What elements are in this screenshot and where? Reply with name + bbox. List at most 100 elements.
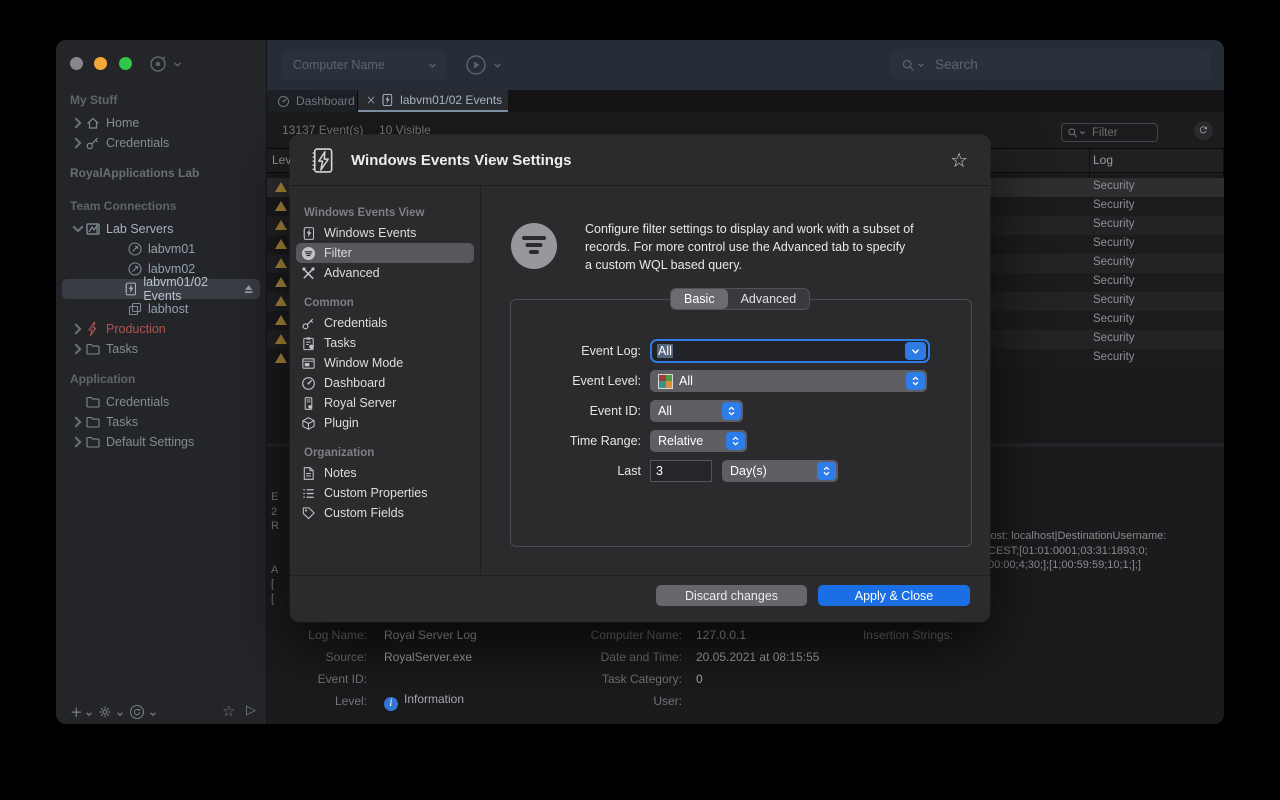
- sidebar-item-label: Credentials: [106, 395, 169, 409]
- filter-field[interactable]: [1061, 123, 1158, 142]
- chevron-down-icon[interactable]: [173, 60, 182, 69]
- sidebar-item-labhost[interactable]: labhost: [56, 299, 266, 319]
- section-my-stuff: My Stuff: [70, 93, 117, 107]
- toolbar: Computer Name: [267, 40, 1224, 90]
- event-log-combobox[interactable]: All: [650, 339, 930, 363]
- refresh-icon[interactable]: [1194, 121, 1213, 140]
- time-range-select[interactable]: Relative: [650, 430, 747, 452]
- select-value: Relative: [658, 434, 703, 448]
- sidebar-item-default-settings[interactable]: Default Settings: [56, 432, 266, 452]
- close-tab-icon[interactable]: ×: [366, 93, 376, 107]
- nav-item-label: Windows Events: [324, 226, 416, 240]
- chevron-right-icon[interactable]: [71, 116, 85, 130]
- sidebar-item-home[interactable]: Home: [56, 113, 266, 133]
- add-button[interactable]: +: [70, 703, 83, 721]
- nav-item-label: Plugin: [324, 416, 359, 430]
- chevron-down-icon[interactable]: [149, 710, 157, 718]
- field-label: Event Level:: [511, 374, 641, 388]
- time-unit-select[interactable]: Day(s): [722, 460, 838, 482]
- eject-icon[interactable]: [243, 283, 254, 295]
- server-folder-icon: [85, 221, 101, 237]
- sidebar-item-label: labhost: [148, 302, 188, 316]
- discard-changes-button[interactable]: Discard changes: [656, 585, 807, 606]
- close-window-button[interactable]: [70, 57, 83, 70]
- key-icon: [301, 316, 316, 331]
- tab-basic[interactable]: Basic: [671, 289, 728, 309]
- favorite-star-icon[interactable]: ☆: [950, 148, 968, 172]
- sidebar-item-production[interactable]: Production: [56, 319, 266, 339]
- sidebar-item-tasks[interactable]: Tasks: [56, 339, 266, 359]
- chevron-right-icon[interactable]: [71, 136, 85, 150]
- column-level[interactable]: Level: [272, 153, 290, 167]
- dialog-title: Windows Events View Settings: [351, 152, 571, 169]
- tab-events-active[interactable]: × labvm01/02 Events: [358, 90, 508, 112]
- nav-item-notes[interactable]: Notes: [296, 463, 474, 483]
- nav-group-label: Organization: [304, 447, 374, 459]
- chevron-down-icon[interactable]: [493, 61, 502, 70]
- apply-close-button[interactable]: Apply & Close: [818, 585, 970, 606]
- nav-item-dashboard[interactable]: Dashboard: [296, 373, 474, 393]
- zoom-window-button[interactable]: [119, 57, 132, 70]
- nav-item-filter[interactable]: Filter: [296, 243, 474, 263]
- nav-item-advanced[interactable]: Advanced: [296, 263, 474, 283]
- chevron-right-icon[interactable]: [71, 342, 85, 356]
- sidebar-item-app-credentials[interactable]: Credentials: [56, 392, 266, 412]
- column-log[interactable]: Log: [1093, 153, 1113, 167]
- filter-input[interactable]: [1090, 126, 1154, 140]
- sidebar-item-credentials[interactable]: Credentials: [56, 133, 266, 153]
- chevron-down-icon[interactable]: [116, 710, 124, 718]
- last-value-input[interactable]: [650, 460, 712, 482]
- detail-label: Event ID:: [267, 672, 367, 686]
- nav-item-label: Credentials: [324, 316, 387, 330]
- nav-item-label: Royal Server: [324, 396, 396, 410]
- search-field[interactable]: [891, 49, 1211, 80]
- filter-icon: [511, 223, 557, 269]
- nav-item-custom-fields[interactable]: Custom Fields: [296, 503, 474, 523]
- dialog-nav: Windows Events View Windows Events Filte…: [290, 185, 481, 575]
- chevron-right-icon[interactable]: [71, 435, 85, 449]
- nav-item-plugin[interactable]: Plugin: [296, 413, 474, 433]
- sync-icon[interactable]: [129, 704, 145, 720]
- gear-icon[interactable]: [98, 705, 112, 719]
- chevron-down-icon[interactable]: [85, 710, 93, 718]
- detail-label: User:: [507, 694, 682, 708]
- event-level-select[interactable]: All: [650, 370, 927, 392]
- connect-target-icon[interactable]: [148, 54, 168, 74]
- computer-name-select[interactable]: Computer Name: [281, 50, 447, 80]
- event-level-icon: [658, 374, 673, 389]
- settings-dialog: Windows Events View Settings ☆ Windows E…: [290, 135, 990, 622]
- field-label: Event ID:: [511, 404, 641, 418]
- search-input[interactable]: [933, 56, 1177, 73]
- sidebar-item-events[interactable]: labvm01/02 Events: [56, 279, 266, 299]
- server-tower-icon: [301, 396, 316, 411]
- nav-group-label: Windows Events View: [304, 207, 424, 219]
- log-cell: Security: [1093, 237, 1135, 249]
- nav-item-royal-server[interactable]: Royal Server: [296, 393, 474, 413]
- chevron-right-icon[interactable]: [71, 322, 85, 336]
- nav-item-windows-events[interactable]: Windows Events: [296, 223, 474, 243]
- minimize-window-button[interactable]: [94, 57, 107, 70]
- event-id-select[interactable]: All: [650, 400, 743, 422]
- play-icon[interactable]: ▷: [246, 703, 256, 718]
- chevron-down-icon[interactable]: [1079, 129, 1086, 136]
- tab-dashboard[interactable]: Dashboard: [267, 90, 358, 112]
- sidebar-item-label: Lab Servers: [106, 222, 173, 236]
- detail-label: Task Category:: [507, 672, 682, 686]
- nav-item-window-mode[interactable]: Window Mode: [296, 353, 474, 373]
- sidebar-item-app-tasks[interactable]: Tasks: [56, 412, 266, 432]
- sidebar-item-labvm01[interactable]: labvm01: [56, 239, 266, 259]
- clipboard-icon: [301, 336, 316, 351]
- tab-advanced[interactable]: Advanced: [728, 289, 810, 309]
- nav-item-tasks[interactable]: Tasks: [296, 333, 474, 353]
- execute-play-button[interactable]: [465, 54, 487, 76]
- chevron-down-icon[interactable]: [917, 61, 925, 69]
- chevron-right-icon[interactable]: [71, 415, 85, 429]
- nav-item-custom-properties[interactable]: Custom Properties: [296, 483, 474, 503]
- filter-description: Configure filter settings to display and…: [585, 221, 915, 274]
- star-icon[interactable]: ☆: [222, 702, 235, 720]
- combobox-dropdown-button[interactable]: [905, 342, 926, 360]
- nav-item-credentials[interactable]: Credentials: [296, 313, 474, 333]
- sidebar-item-lab-servers[interactable]: Lab Servers: [56, 219, 266, 239]
- warning-icon: [275, 258, 287, 268]
- chevron-down-icon[interactable]: [71, 222, 85, 236]
